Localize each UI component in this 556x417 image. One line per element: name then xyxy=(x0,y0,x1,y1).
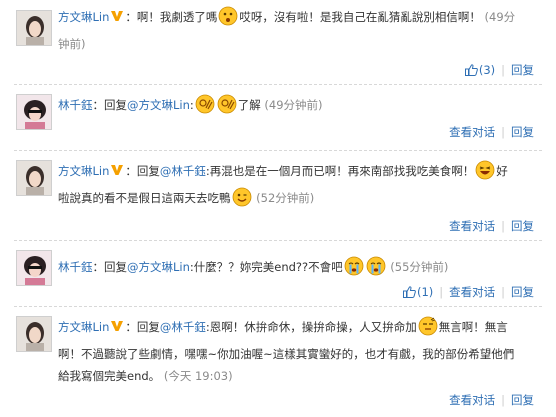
comment-text: ：回复 xyxy=(92,260,128,274)
verified-badge-icon xyxy=(110,318,124,332)
timestamp: (49分 xyxy=(484,10,516,24)
comment-body: 林千鈺：回复@方文琳Lin: 了解 (49分钟前) xyxy=(58,94,528,121)
mention-link[interactable]: @方文琳Lin xyxy=(127,260,190,274)
comment-body: 方文琳Lin ：啊！我劇透了嗎 哎呀，沒有啦！是我自己在亂猜亂說別相信啊！ (49分… xyxy=(58,6,528,55)
view-conversation-button[interactable]: 查看对话 xyxy=(449,393,495,407)
mention-link[interactable]: @林千鈺 xyxy=(160,164,206,178)
comment-text: 啊！不過聽說了些劇情，嘿嘿~你加油喔~這樣其實蠻好的，也才有戲，我的部份希望他們 xyxy=(58,347,515,361)
divider xyxy=(14,240,542,241)
avatar[interactable] xyxy=(16,94,52,130)
divider: | xyxy=(501,393,505,407)
view-conversation-button[interactable]: 查看对话 xyxy=(449,285,495,299)
ok-hand-icon xyxy=(217,94,237,121)
username-link[interactable]: 林千鈺 xyxy=(58,98,93,112)
comment-text: :什麼？？妳完美end??不會吧 xyxy=(189,260,343,274)
comment-text: : xyxy=(189,98,194,112)
wink-face-icon xyxy=(232,187,252,214)
comment-body: 林千鈺：回复@方文琳Lin:什麼？？妳完美end??不會吧 (55分钟前) xyxy=(58,256,528,283)
comment-text: ：啊！我劇透了嗎 xyxy=(125,10,218,24)
comment-text: ：回复 xyxy=(125,164,160,178)
timestamp: (52分钟前) xyxy=(256,191,315,205)
comment-text: 哎呀，沒有啦！是我自己在亂猜亂說別相信啊！ xyxy=(239,10,481,24)
crying-face-icon xyxy=(344,256,364,283)
comment-text: 好 xyxy=(496,164,508,178)
crying-face-icon xyxy=(366,256,386,283)
view-conversation-button[interactable]: 查看对话 xyxy=(449,219,495,233)
divider: | xyxy=(501,285,505,299)
comment-text: 啦說真的看不是假日這兩天去吃鴨 xyxy=(58,191,231,205)
timestamp: (55分钟前) xyxy=(390,260,449,274)
surprised-face-icon xyxy=(218,6,238,33)
mention-link[interactable]: @林千鈺 xyxy=(160,320,206,334)
thumbs-up-icon xyxy=(464,64,478,79)
username-link[interactable]: 方文琳Lin xyxy=(58,164,109,178)
divider: | xyxy=(439,285,444,299)
comment-actions: 查看对话 | 回复 xyxy=(449,392,534,408)
comment-feed: 方文琳Lin ：啊！我劇透了嗎 哎呀，沒有啦！是我自己在亂猜亂說別相信啊！ (49分… xyxy=(0,0,556,417)
reply-button[interactable]: 回复 xyxy=(511,285,534,299)
avatar[interactable] xyxy=(16,250,52,286)
divider xyxy=(14,84,542,85)
comment-body: 方文琳Lin ：回复@林千鈺:再混也是在一個月而已啊！再來南部找我吃美食啊！ 好啦說… xyxy=(58,160,528,214)
ok-hand-icon xyxy=(195,94,215,121)
verified-badge-icon xyxy=(110,162,124,176)
like-button[interactable]: (3) xyxy=(464,63,496,79)
laughing-face-icon xyxy=(475,160,495,187)
comment-body: 方文琳Lin ：回复@林千鈺:恩啊！休拚命休，操拚命操，人又拚命加 無言啊！無言啊！… xyxy=(58,316,528,387)
mention-link[interactable]: @方文琳Lin xyxy=(127,98,190,112)
like-button[interactable]: (1) xyxy=(402,285,434,301)
divider xyxy=(14,306,542,307)
username-link[interactable]: 方文琳Lin xyxy=(58,10,109,24)
username-link[interactable]: 方文琳Lin xyxy=(58,320,109,334)
avatar[interactable] xyxy=(16,160,52,196)
timestamp: (今天 19:03) xyxy=(163,369,233,383)
view-conversation-button[interactable]: 查看对话 xyxy=(449,125,495,139)
reply-button[interactable]: 回复 xyxy=(511,125,534,139)
reply-button[interactable]: 回复 xyxy=(511,63,534,77)
avatar[interactable] xyxy=(16,316,52,352)
avatar[interactable] xyxy=(16,10,52,46)
like-count: (3) xyxy=(478,63,496,77)
speechless-face-icon xyxy=(418,316,438,343)
comment-actions: 查看对话 | 回复 xyxy=(449,124,534,140)
comment-text: 無言啊！無言 xyxy=(438,320,508,334)
thumbs-up-icon xyxy=(402,286,416,301)
username-link[interactable]: 林千鈺 xyxy=(58,260,93,274)
comment-text: 了解 xyxy=(237,98,261,112)
like-count: (1) xyxy=(416,285,434,299)
timestamp: 钟前) xyxy=(58,37,86,51)
divider: | xyxy=(501,219,505,233)
comment-text: 給我寫個完美end。 xyxy=(58,369,161,383)
comment-text: :恩啊！休拚命休，操拚命操，人又拚命加 xyxy=(205,320,417,334)
divider xyxy=(14,150,542,151)
reply-button[interactable]: 回复 xyxy=(511,393,534,407)
comment-actions: 查看对话 | 回复 xyxy=(449,218,534,234)
comment-actions: (1) | 查看对话 | 回复 xyxy=(402,284,534,301)
divider: | xyxy=(501,125,505,139)
comment-text: ：回复 xyxy=(125,320,160,334)
comment-text: :再混也是在一個月而已啊！再來南部找我吃美食啊！ xyxy=(205,164,475,178)
verified-badge-icon xyxy=(110,8,124,22)
comment-text: ：回复 xyxy=(92,98,128,112)
timestamp: (49分钟前) xyxy=(264,98,323,112)
comment-actions: (3) | 回复 xyxy=(464,62,534,79)
divider: | xyxy=(501,63,505,77)
reply-button[interactable]: 回复 xyxy=(511,219,534,233)
